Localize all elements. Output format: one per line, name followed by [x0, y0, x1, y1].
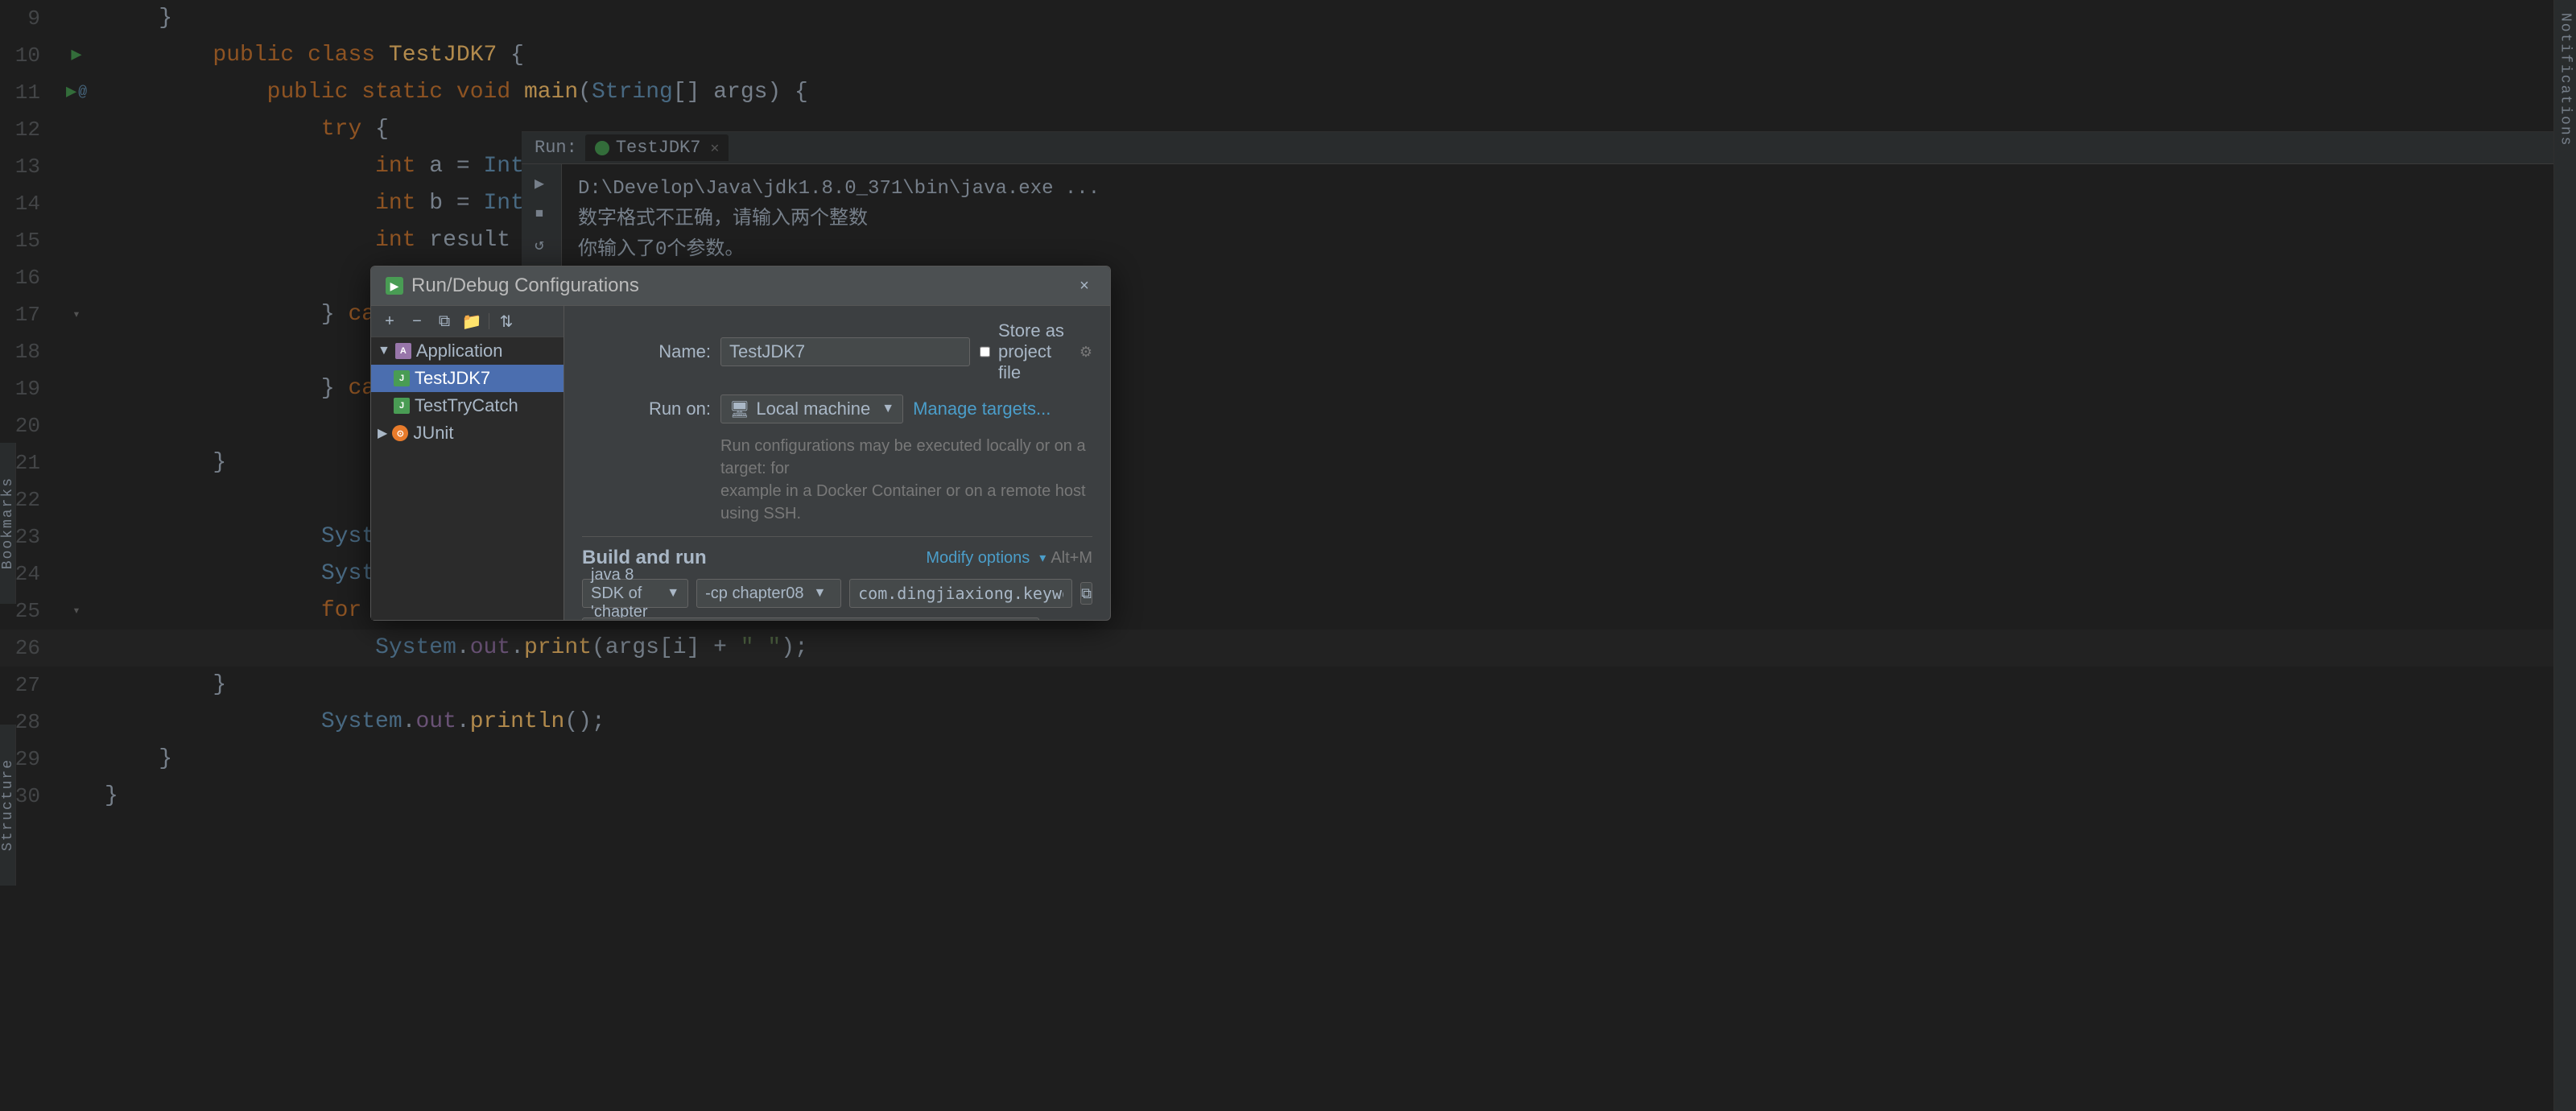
sdk-dropdown-arrow: ▼: [667, 586, 679, 601]
tree-copy-btn[interactable]: ⧉: [434, 311, 455, 332]
modify-options-link[interactable]: Modify options: [926, 549, 1030, 568]
name-label: Name:: [582, 341, 711, 362]
tree-group-arrow: ▼: [378, 344, 390, 358]
dialog-body: + − ⧉ 📁 ⇅ ▼ A Application J TestJDK7 J: [371, 306, 1110, 620]
program-args-row: ⊡ ↗: [582, 617, 1092, 620]
tree-item-testtrycatch-label: TestTryCatch: [415, 395, 518, 416]
modify-shortcut: Alt+M: [1051, 549, 1092, 568]
run-on-label: Run on:: [582, 399, 711, 419]
tree-sort-btn[interactable]: ⇅: [496, 311, 517, 332]
config-name-row: Name: Store as project file ⚙: [582, 320, 1092, 383]
modify-dropdown-arrow: ▾: [1039, 550, 1046, 566]
main-class-input[interactable]: [849, 579, 1072, 608]
run-on-dropdown-arrow: ▼: [881, 402, 894, 416]
tree-item-testjdk7[interactable]: J TestJDK7: [371, 365, 564, 392]
store-checkbox[interactable]: [980, 345, 990, 359]
manage-targets-link[interactable]: Manage targets...: [913, 399, 1051, 419]
tree-junit-arrow: ▶: [378, 425, 387, 441]
local-machine-icon: 🖥: [729, 399, 749, 419]
sdk-select[interactable]: java 8 SDK of 'chapter ▼: [582, 579, 688, 608]
run-debug-dialog: ▶ Run/Debug Configurations × + − ⧉ 📁 ⇅ ▼…: [370, 266, 1111, 621]
testjdk7-icon: J: [394, 370, 410, 386]
sdk-row: java 8 SDK of 'chapter ▼ -cp chapter08 ▼…: [582, 579, 1092, 608]
testtrycatch-icon: J: [394, 398, 410, 414]
config-run-on-row: Run on: 🖥 Local machine ▼ Manage targets…: [582, 394, 1092, 423]
store-settings-icon[interactable]: ⚙: [1080, 344, 1092, 361]
tree-item-testjdk7-label: TestJDK7: [415, 368, 490, 389]
application-group-icon: A: [395, 343, 411, 359]
store-as-project-row: Store as project file ⚙: [980, 320, 1092, 383]
store-label: Store as project file: [998, 320, 1068, 383]
name-input[interactable]: [720, 337, 970, 366]
tree-folder-btn[interactable]: 📁: [461, 311, 482, 332]
local-machine-label: Local machine: [756, 399, 870, 419]
build-run-section-header: Build and run Modify options ▾ Alt+M: [582, 547, 1092, 569]
dialog-close-button[interactable]: ×: [1073, 275, 1096, 297]
modify-options-row: Modify options ▾ Alt+M: [926, 549, 1092, 568]
dialog-title-icon: ▶: [386, 277, 403, 295]
tree-item-junit-label: JUnit: [413, 423, 453, 444]
classpath-select[interactable]: -cp chapter08 ▼: [696, 579, 841, 608]
run-on-select[interactable]: 🖥 Local machine ▼: [720, 394, 903, 423]
tree-toolbar: + − ⧉ 📁 ⇅: [371, 306, 564, 337]
copy-main-class-btn[interactable]: ⧉: [1080, 582, 1092, 605]
dialog-titlebar: ▶ Run/Debug Configurations ×: [371, 266, 1110, 306]
tree-add-btn[interactable]: +: [379, 311, 400, 332]
program-args-input[interactable]: [582, 617, 1039, 620]
tree-minus-btn[interactable]: −: [407, 311, 427, 332]
classpath-dropdown-arrow: ▼: [813, 586, 826, 601]
tree-group-label: Application: [416, 341, 503, 361]
section-divider: [582, 536, 1092, 537]
classpath-label: -cp chapter08: [705, 584, 803, 603]
sdk-label: java 8 SDK of 'chapter: [591, 566, 657, 621]
config-hint: Run configurations may be executed local…: [720, 435, 1092, 525]
tree-item-junit[interactable]: ▶ ⊙ JUnit: [371, 419, 564, 447]
dialog-title-text: Run/Debug Configurations: [411, 275, 639, 297]
dialog-title: ▶ Run/Debug Configurations: [386, 275, 639, 297]
config-panel: Name: Store as project file ⚙ Run on: 🖥 …: [564, 306, 1110, 620]
junit-icon: ⊙: [392, 425, 408, 441]
tree-group-application[interactable]: ▼ A Application: [371, 337, 564, 365]
tree-panel: + − ⧉ 📁 ⇅ ▼ A Application J TestJDK7 J: [371, 306, 564, 620]
tree-item-testtrycatch[interactable]: J TestTryCatch: [371, 392, 564, 419]
